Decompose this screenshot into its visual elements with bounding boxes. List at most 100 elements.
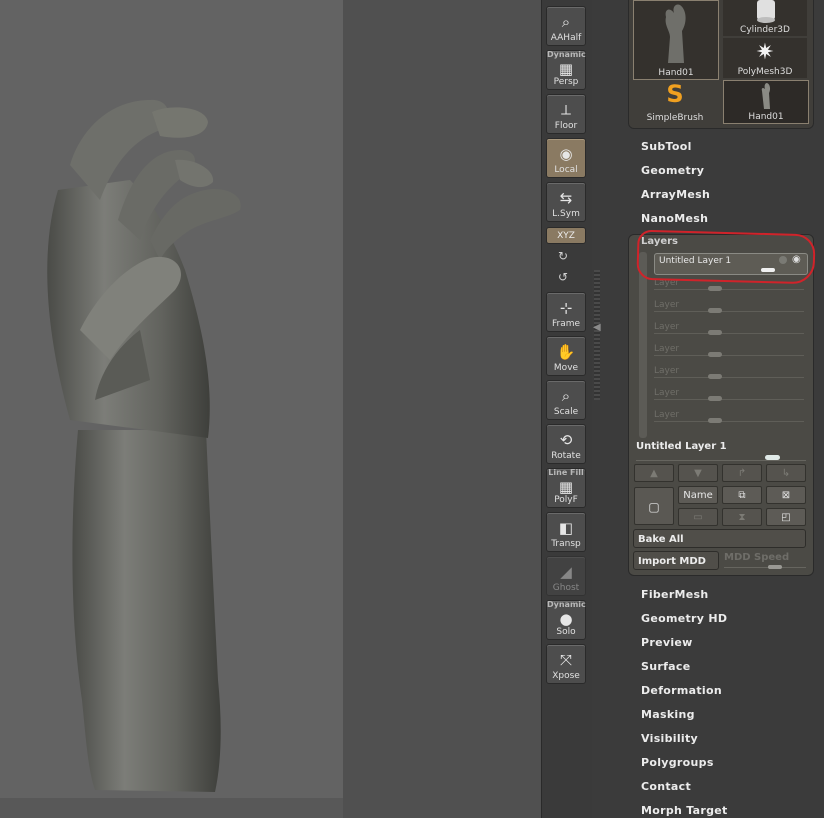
frame-icon: ⊹ (559, 299, 573, 317)
transp-button[interactable]: ◧ Transp (546, 512, 586, 552)
grid-icon: ▦ (558, 60, 574, 78)
layer-slider-knob (708, 396, 722, 401)
invert-layer-button[interactable]: ◰ (766, 508, 806, 526)
layer-slider-knob (708, 286, 722, 291)
layer-row: Layer (654, 388, 804, 406)
redo-layer-button[interactable]: ↱ (722, 464, 762, 482)
collapse-icon: ⧗ (738, 512, 746, 523)
hand-mesh-icon (761, 83, 771, 109)
layers-scrollbar[interactable] (639, 252, 647, 438)
rotate-button[interactable]: ⟲ Rotate (546, 424, 586, 464)
cylinder-icon (757, 0, 775, 23)
menu-masking[interactable]: Masking (641, 708, 695, 721)
selected-layer-slider-track[interactable] (636, 460, 806, 461)
menu-subtool[interactable]: SubTool (641, 140, 692, 153)
menu-polygroups[interactable]: Polygroups (641, 756, 714, 769)
move-layer-up-button[interactable]: ▲ (634, 464, 674, 482)
layer-name: Untitled Layer 1 (659, 256, 732, 266)
duplicate-layer-button[interactable]: ⧉ (722, 486, 762, 504)
xpose-button[interactable]: ⤧ Xpose (546, 644, 586, 684)
polyf-button[interactable]: Line Fill ▦ PolyF (546, 468, 586, 508)
menu-surface[interactable]: Surface (641, 660, 690, 673)
collapse-arrow-icon[interactable]: ◀ (593, 322, 601, 333)
invert-icon: ◰ (781, 512, 791, 523)
solo-icon: ● (559, 610, 573, 628)
transparency-icon: ◧ (558, 519, 574, 537)
lsym-button[interactable]: ⇆ L.Sym (546, 182, 586, 222)
tool-thumb-cylinder3d[interactable]: Cylinder3D (723, 0, 807, 36)
layers-title[interactable]: Layers (641, 236, 678, 247)
scale-icon: ⌕ (561, 387, 571, 405)
mdd-speed-knob[interactable] (768, 565, 782, 569)
canvas-viewport[interactable] (0, 0, 343, 798)
mdd-speed-slider[interactable] (724, 567, 806, 568)
eye-icon[interactable]: ◉ (792, 254, 801, 265)
menu-contact[interactable]: Contact (641, 780, 691, 793)
layer-row: Layer (654, 366, 804, 384)
redo-icon: ↱ (737, 468, 747, 479)
layer-row: Layer (654, 410, 804, 428)
scale-button[interactable]: ⌕ Scale (546, 380, 586, 420)
new-layer-icon: ▢ (648, 500, 660, 514)
arrow-down-icon: ▼ (694, 468, 702, 479)
layer-row: Layer (654, 344, 804, 362)
duplicate-icon: ⧉ (738, 490, 746, 501)
tool-thumb-polymesh3d[interactable]: ✷ PolyMesh3D (723, 38, 807, 78)
floor-button[interactable]: ⟂ Floor (546, 94, 586, 134)
record-icon[interactable] (779, 256, 787, 264)
arrow-up-icon: ▲ (650, 468, 658, 479)
layer-intensity-slider[interactable] (761, 268, 775, 272)
layer-slider-knob (708, 418, 722, 423)
menu-geometry[interactable]: Geometry (641, 164, 704, 177)
new-layer-button[interactable]: ▢ (634, 487, 674, 525)
rotate-y-icon[interactable]: ↻ (558, 249, 568, 263)
xpose-icon: ⤧ (559, 651, 573, 669)
tool-thumb-hand01-alt[interactable]: Hand01 (723, 80, 809, 124)
hand-icon: ✋ (556, 343, 576, 361)
delete-layer-button[interactable]: ⊠ (766, 486, 806, 504)
layer-slider-knob (708, 374, 722, 379)
rotate-z-icon[interactable]: ↺ (558, 270, 568, 284)
local-button[interactable]: ◉ Local (546, 138, 586, 178)
layer-row: Layer (654, 322, 804, 340)
layer-name-button[interactable]: Name (678, 486, 718, 504)
layer-slider-knob (708, 308, 722, 313)
selected-layer-slider-knob[interactable] (765, 455, 780, 460)
move-layer-down-button[interactable]: ▼ (678, 464, 718, 482)
tool-thumb-simplebrush[interactable]: S SimpleBrush (633, 80, 717, 124)
layer-row-active[interactable]: Untitled Layer 1 ◉ (654, 253, 808, 275)
floor-icon: ⟂ (560, 101, 572, 119)
persp-button[interactable]: Dynamic ▦ Persp (546, 50, 586, 90)
symmetry-icon: ⇆ (559, 189, 573, 207)
ghost-button[interactable]: ◢ Ghost (546, 556, 586, 596)
move-button[interactable]: ✋ Move (546, 336, 586, 376)
viewport-status-strip (0, 798, 343, 818)
collapse-layer-button[interactable]: ⧗ (722, 508, 762, 526)
selected-layer-name: Untitled Layer 1 (636, 441, 727, 452)
menu-deformation[interactable]: Deformation (641, 684, 722, 697)
aahalf-button[interactable]: ⌕ AAHalf (546, 6, 586, 46)
menu-visibility[interactable]: Visibility (641, 732, 698, 745)
menu-preview[interactable]: Preview (641, 636, 693, 649)
layer-row: Layer (654, 300, 804, 318)
import-mdd-button[interactable]: Import MDD (633, 551, 719, 570)
merge-icon: ↳ (781, 468, 791, 479)
menu-fibermesh[interactable]: FiberMesh (641, 588, 709, 601)
menu-arraymesh[interactable]: ArrayMesh (641, 188, 710, 201)
solo-button[interactable]: Dynamic ● Solo (546, 600, 586, 640)
hand-sculpt-model (47, 99, 241, 792)
frame-button[interactable]: ⊹ Frame (546, 292, 586, 332)
bake-all-button[interactable]: Bake All (633, 529, 806, 548)
menu-geometry-hd[interactable]: Geometry HD (641, 612, 727, 625)
rotate-icon: ⟲ (559, 431, 573, 449)
merge-layer-button[interactable]: ↳ (766, 464, 806, 482)
menu-morph-target[interactable]: Morph Target (641, 804, 728, 817)
tray-divider (592, 0, 628, 818)
split-layer-button[interactable]: ▭ (678, 508, 718, 526)
tray-resize-handle[interactable] (594, 270, 600, 400)
tool-thumb-hand01[interactable]: Hand01 (633, 0, 719, 80)
hand-mesh-icon (665, 4, 686, 64)
ghost-icon: ◢ (560, 563, 572, 581)
menu-nanomesh[interactable]: NanoMesh (641, 212, 708, 225)
xyz-symmetry-toggle[interactable]: XYZ (546, 227, 586, 244)
